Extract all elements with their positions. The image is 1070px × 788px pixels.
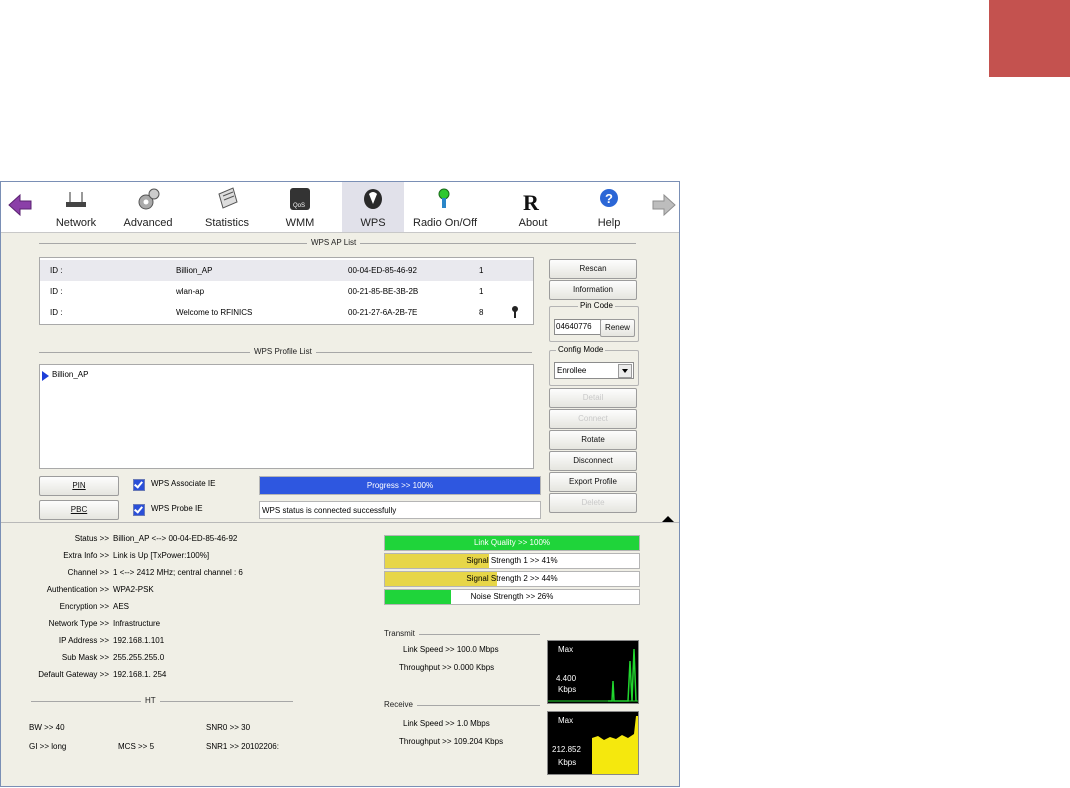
link-quality-bar: Link Quality >> 100% — [384, 535, 640, 551]
ap-list[interactable]: ID : Billion_AP 00-04-ED-85-46-92 1 ID :… — [39, 257, 534, 325]
progress-text: Progress >> 100% — [366, 481, 434, 490]
rescan-button[interactable]: Rescan — [549, 259, 637, 279]
ap-row[interactable]: ID : Welcome to RFINICS 00-21-27-6A-2B-7… — [40, 302, 533, 323]
back-arrow-icon[interactable] — [7, 192, 33, 218]
noise-strength-bar: Noise Strength >> 26% — [384, 589, 640, 605]
corner-accent — [989, 0, 1070, 77]
tab-network[interactable]: Network — [45, 182, 107, 232]
tab-about-label: About — [518, 217, 548, 229]
config-mode-title: Config Mode — [556, 345, 606, 354]
wps-status-text: WPS status is connected successfully — [262, 506, 397, 515]
signal-strength-2-text: Signal Strength 2 >> 44% — [466, 574, 558, 583]
notepad-icon — [218, 187, 238, 209]
wps-icon — [364, 189, 382, 209]
transmit-graph-trace — [548, 648, 638, 702]
rotate-button[interactable]: Rotate — [549, 430, 637, 450]
link-quality-text: Link Quality >> 100% — [473, 538, 551, 547]
divider — [1, 522, 679, 523]
wps-profile-list-header: WPS Profile List — [39, 347, 532, 357]
connect-button[interactable]: Connect — [549, 409, 637, 429]
snr1-value: SNR1 >> 20102206: — [206, 742, 279, 751]
mcs-value: MCS >> 5 — [118, 742, 155, 751]
transmit-throughput: Throughput >> 0.000 Kbps — [399, 663, 495, 672]
key-icon — [512, 306, 518, 318]
qos-icon: QoS — [290, 188, 310, 210]
radio-icon — [438, 188, 450, 208]
help-icon: ? — [600, 189, 618, 207]
detail-button[interactable]: Detail — [549, 388, 637, 408]
pin-code-field[interactable]: 04640776 — [554, 319, 601, 335]
transmit-link-speed: Link Speed >> 100.0 Mbps — [403, 645, 499, 654]
receive-title: Receive — [384, 700, 417, 709]
ralink-icon: R — [523, 190, 540, 214]
connection-status: Status >> Billion_AP <--> 00-04-ED-85-46-… — [38, 534, 243, 679]
signal-strength-2-bar: Signal Strength 2 >> 44% — [384, 571, 640, 587]
ap-row[interactable]: ID : wlan-ap 00-21-85-BE-3B-2B 1 — [40, 281, 533, 302]
associate-ie-checkbox[interactable] — [133, 479, 145, 491]
tab-radio-onoff[interactable]: Radio On/Off — [413, 182, 477, 232]
chevron-down-icon[interactable] — [618, 364, 632, 378]
delete-button[interactable]: Delete — [549, 493, 637, 513]
gi-value: GI >> long — [29, 742, 67, 751]
ht-header: HT — [31, 696, 293, 706]
receive-graph-trace — [592, 716, 638, 774]
transmit-graph: Max 4.400 Kbps — [547, 640, 639, 704]
snr0-value: SNR0 >> 30 — [206, 723, 251, 732]
tab-network-label: Network — [55, 217, 97, 229]
tab-statistics[interactable]: Statistics — [196, 182, 258, 232]
receive-throughput: Throughput >> 109.204 Kbps — [399, 737, 504, 746]
tab-help[interactable]: ? Help — [578, 182, 640, 232]
wps-ap-list-title: WPS AP List — [307, 238, 361, 247]
wps-status-box: WPS status is connected successfully — [259, 501, 541, 519]
tab-radio-label: Radio On/Off — [413, 217, 477, 229]
information-button[interactable]: Information — [549, 280, 637, 300]
export-profile-button[interactable]: Export Profile — [549, 472, 637, 492]
receive-header: Receive — [384, 700, 540, 710]
selected-arrow-icon — [42, 371, 49, 381]
toolbar: Network Advanced Statistics QoS WMM WPS — [1, 182, 679, 233]
transmit-header: Transmit — [384, 629, 540, 639]
svg-text:QoS: QoS — [293, 203, 305, 209]
svg-text:R: R — [523, 190, 540, 214]
probe-ie-label: WPS Probe IE — [151, 504, 203, 513]
signal-strength-1-text: Signal Strength 1 >> 41% — [466, 556, 558, 565]
wps-progress-bar: Progress >> 100% — [259, 476, 541, 495]
tab-advanced-label: Advanced — [123, 217, 173, 229]
disconnect-button[interactable]: Disconnect — [549, 451, 637, 471]
pin-button[interactable]: PIN — [39, 476, 119, 496]
tab-help-label: Help — [597, 217, 621, 229]
pin-code-title: Pin Code — [578, 301, 615, 310]
profile-list[interactable]: Billion_AP — [39, 364, 534, 469]
associate-ie-label: WPS Associate IE — [151, 479, 216, 488]
noise-strength-text: Noise Strength >> 26% — [470, 592, 554, 601]
gears-icon — [138, 188, 160, 210]
signal-strength-1-bar: Signal Strength 1 >> 41% — [384, 553, 640, 569]
forward-arrow-icon[interactable] — [651, 192, 677, 218]
pin-code-group: Pin Code 04640776 Renew — [549, 301, 639, 342]
ap-row[interactable]: ID : Billion_AP 00-04-ED-85-46-92 1 — [40, 260, 533, 281]
tab-wmm[interactable]: QoS WMM — [269, 182, 331, 232]
utility-window: Network Advanced Statistics QoS WMM WPS — [0, 181, 680, 787]
probe-ie-checkbox[interactable] — [133, 504, 145, 516]
tab-statistics-label: Statistics — [204, 217, 249, 229]
wps-ap-list-header: WPS AP List — [39, 238, 636, 248]
tab-wmm-label: WMM — [285, 217, 315, 229]
pbc-button[interactable]: PBC — [39, 500, 119, 520]
tab-advanced[interactable]: Advanced — [117, 182, 179, 232]
config-mode-select[interactable]: Enrollee — [554, 362, 634, 379]
wps-profile-list-title: WPS Profile List — [250, 347, 316, 356]
renew-button[interactable]: Renew — [600, 319, 635, 337]
tab-about[interactable]: R About — [502, 182, 564, 232]
router-icon — [66, 192, 86, 207]
bw-value: BW >> 40 — [29, 723, 65, 732]
receive-link-speed: Link Speed >> 1.0 Mbps — [403, 719, 490, 728]
svg-text:?: ? — [605, 191, 613, 206]
tab-wps-label: WPS — [360, 217, 386, 229]
receive-graph: Max 212.852 Kbps — [547, 711, 639, 775]
config-mode-group: Config Mode Enrollee — [549, 345, 639, 386]
tab-wps[interactable]: WPS — [342, 182, 404, 232]
ht-title: HT — [141, 696, 160, 705]
transmit-title: Transmit — [384, 629, 419, 638]
